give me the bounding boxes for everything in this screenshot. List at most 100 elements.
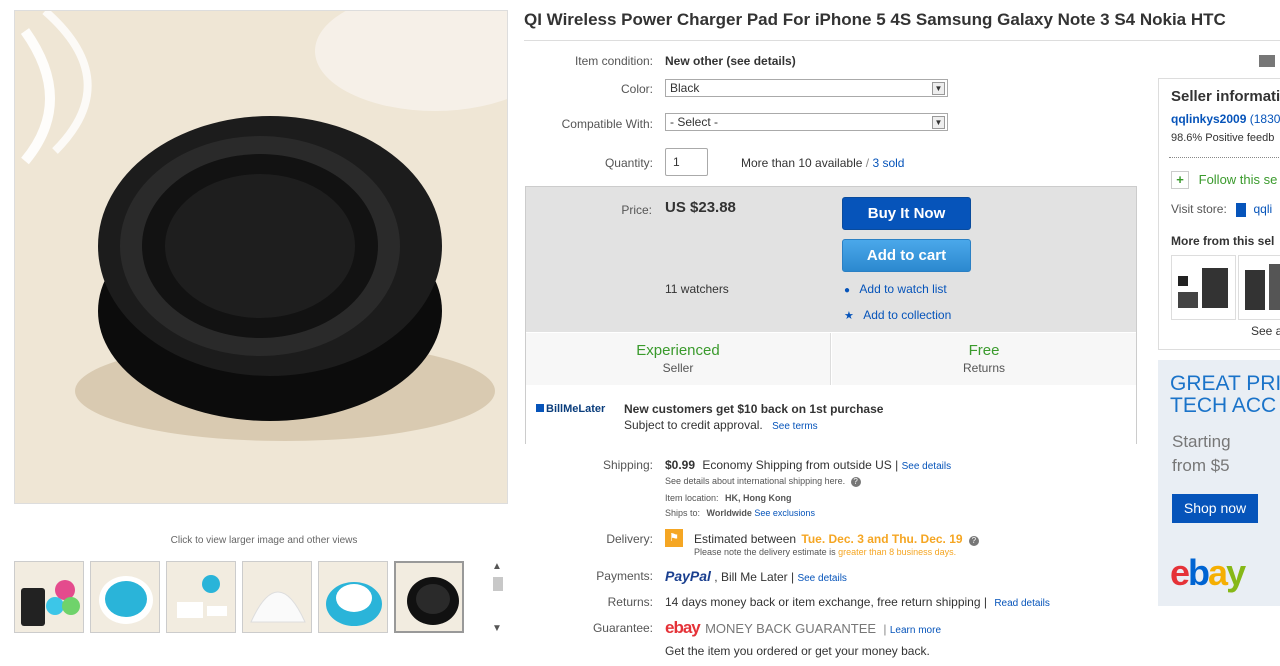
- guarantee-sub: Get the item you ordered or get your mon…: [665, 644, 930, 658]
- shipsto-label: Ships to:: [665, 508, 701, 518]
- sold-link[interactable]: 3 sold: [872, 156, 904, 170]
- thumbnail[interactable]: [242, 561, 312, 633]
- email-icon[interactable]: [1259, 55, 1275, 67]
- buy-it-now-button[interactable]: Buy It Now: [842, 197, 971, 230]
- follow-label: Follow this se: [1198, 172, 1278, 187]
- store-link[interactable]: qqli: [1254, 202, 1273, 216]
- payments-line: PayPal , Bill Me Later | See details: [665, 568, 847, 584]
- compat-label: Compatible With:: [561, 117, 653, 131]
- flag-icon: ⚑: [665, 529, 683, 547]
- help-icon[interactable]: ?: [850, 477, 861, 487]
- thumbnail[interactable]: [90, 561, 160, 633]
- thumbnail[interactable]: [166, 561, 236, 633]
- highlight-title: Experienced: [636, 342, 720, 359]
- compat-selected: - Select -: [670, 115, 719, 129]
- thumbnail-selected[interactable]: [394, 561, 464, 633]
- ships-to: Ships to: Worldwide See exclusions: [665, 508, 815, 518]
- see-terms-link[interactable]: See terms: [772, 421, 818, 432]
- divider: [1169, 157, 1280, 158]
- collection-link[interactable]: ★ Add to collection: [844, 308, 951, 322]
- chevron-down-icon: ▼: [932, 116, 945, 129]
- seller-feedback: 98.6% Positive feedb: [1171, 132, 1275, 144]
- shipsto-value: Worldwide: [706, 508, 752, 518]
- separator: /: [865, 156, 870, 170]
- shop-now-button[interactable]: Shop now: [1172, 494, 1258, 523]
- item-title: QI Wireless Power Charger Pad For iPhone…: [524, 10, 1226, 29]
- plus-icon: +: [1171, 171, 1189, 189]
- promo-headline: GREAT PRI TECH ACC: [1170, 373, 1280, 417]
- intl-shipping: See details about international shipping…: [665, 476, 861, 487]
- price-value: US $23.88: [665, 199, 736, 216]
- delivery-note-text: Please note the delivery estimate is: [694, 547, 836, 557]
- returns-line: 14 days money back or item exchange, fre…: [665, 595, 1050, 609]
- seller-heading: Seller informati: [1171, 88, 1280, 105]
- check-icon: [536, 404, 544, 412]
- price-box: Price: US $23.88 11 watchers Buy It Now …: [525, 186, 1137, 444]
- thumbnail[interactable]: [14, 561, 84, 633]
- compat-select[interactable]: - Select - ▼: [665, 113, 948, 131]
- promo-sub: Starting from $5: [1172, 430, 1231, 478]
- chevron-down-icon: ▼: [932, 82, 945, 95]
- watch-list-label: Add to watch list: [859, 282, 947, 296]
- returns-label: Returns:: [607, 595, 653, 609]
- exclusions-link[interactable]: See exclusions: [754, 508, 815, 518]
- shipping-method: Economy Shipping from outside US |: [702, 458, 899, 472]
- image-caption: Click to view larger image and other vie…: [170, 535, 358, 546]
- location-label: Item location:: [665, 493, 719, 503]
- more-from-seller: More from this sel: [1171, 234, 1275, 248]
- condition-value[interactable]: New other (see details): [665, 54, 796, 68]
- highlight-sub: Returns: [962, 361, 1006, 375]
- see-all-link[interactable]: See a: [1251, 324, 1280, 338]
- available-text: More than 10 available: [741, 156, 863, 170]
- thumbnail[interactable]: [318, 561, 388, 633]
- seller-score[interactable]: (1830: [1250, 112, 1280, 126]
- promo-line2: TECH ACC: [1170, 394, 1277, 417]
- thumbnail-strip: [14, 561, 474, 635]
- paypal-logo: PayPal: [665, 568, 711, 584]
- seller-panel: Seller informati qqlinkys2009 (1830 98.6…: [1158, 78, 1280, 350]
- learn-more-link[interactable]: Learn more: [890, 625, 941, 636]
- main-product-image[interactable]: [14, 10, 508, 504]
- color-select[interactable]: Black ▼: [665, 79, 948, 97]
- scroll-thumb[interactable]: [493, 577, 503, 591]
- store-icon: [1236, 202, 1247, 217]
- quantity-input[interactable]: 1: [665, 148, 708, 176]
- scroll-up-icon[interactable]: ▲: [492, 561, 502, 572]
- delivery-estimate: Estimated between Tue. Dec. 3 and Thu. D…: [694, 532, 979, 546]
- shipping-details-link[interactable]: See details: [902, 461, 951, 472]
- estimated-text: Estimated between: [694, 532, 797, 546]
- quantity-available: More than 10 available / 3 sold: [741, 156, 904, 170]
- seller-name-link[interactable]: qqlinkys2009: [1171, 112, 1246, 126]
- thumbnail-scrollbar[interactable]: ▲ ▼: [490, 561, 508, 637]
- ebay-promo-logo: ebay: [1170, 552, 1246, 593]
- seller-item-thumbnail[interactable]: [1171, 255, 1236, 320]
- add-to-cart-button[interactable]: Add to cart: [842, 239, 971, 272]
- follow-seller-link[interactable]: + Follow this se: [1171, 171, 1277, 189]
- watch-list-link[interactable]: ● Add to watch list: [844, 282, 947, 296]
- payments-label: Payments:: [596, 569, 653, 583]
- highlight-experienced: Experienced Seller: [526, 333, 831, 385]
- delivery-note-highlight: greater than 8 business days.: [838, 547, 957, 557]
- payments-details-link[interactable]: See details: [797, 573, 846, 584]
- guarantee-line: ebay MONEY BACK GUARANTEE | Learn more: [665, 618, 942, 637]
- highlight-free-returns: Free Returns: [832, 333, 1136, 385]
- location-value: HK, Hong Kong: [725, 493, 792, 503]
- seller-item-thumbnail[interactable]: [1238, 255, 1280, 320]
- billmelater-sub-text: Subject to credit approval.: [624, 418, 763, 432]
- watchers-count: 11 watchers: [665, 282, 729, 296]
- help-icon[interactable]: ?: [968, 536, 979, 546]
- promo-banner[interactable]: GREAT PRI TECH ACC Starting from $5 Shop…: [1158, 360, 1280, 606]
- promo-line1: GREAT PRI: [1170, 372, 1280, 395]
- star-icon: ★: [844, 310, 854, 322]
- intl-shipping-text[interactable]: See details about international shipping…: [665, 476, 845, 486]
- shipping-line: $0.99 Economy Shipping from outside US |…: [665, 458, 951, 472]
- eye-icon: ●: [844, 285, 851, 296]
- ebay-logo: ebay: [665, 618, 701, 637]
- billmelater-wordmark: BillMeLater: [546, 403, 606, 415]
- returns-details-link[interactable]: Read details: [994, 598, 1050, 609]
- delivery-dates: Tue. Dec. 3 and Thu. Dec. 19: [801, 532, 963, 546]
- color-label: Color:: [620, 82, 653, 96]
- promo-from: from $5: [1172, 456, 1230, 475]
- billmelater-logo: BillMeLater: [536, 403, 605, 415]
- scroll-down-icon[interactable]: ▼: [492, 623, 502, 634]
